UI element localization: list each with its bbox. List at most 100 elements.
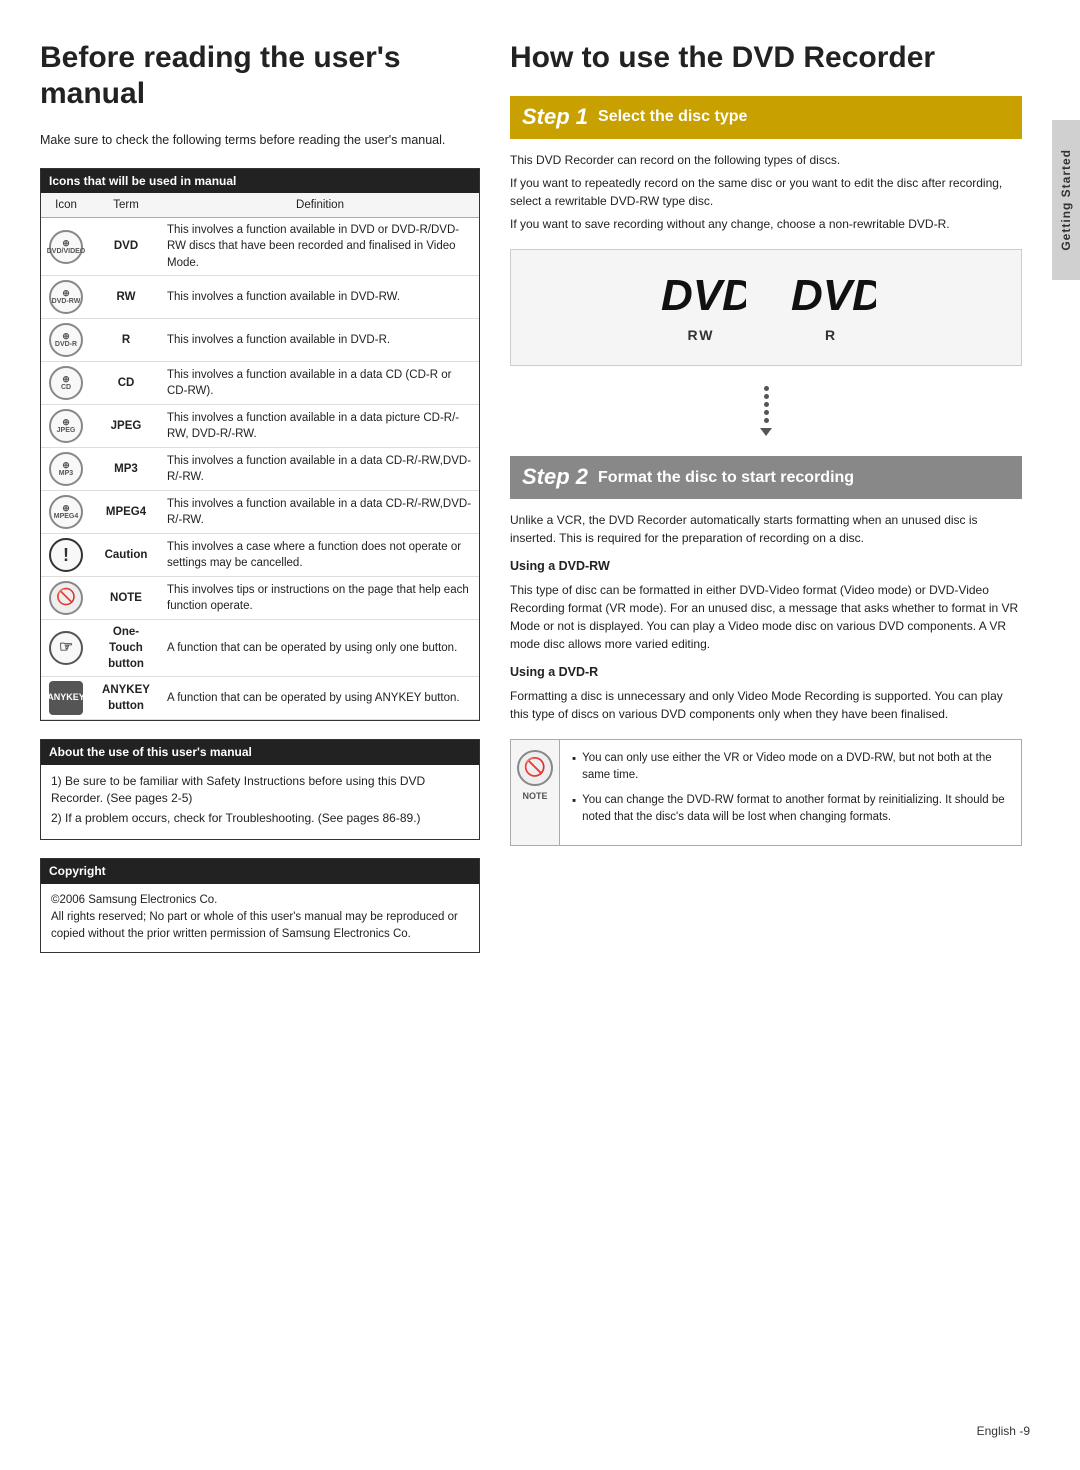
mpeg4-icon: ⊕ MPEG4 — [49, 495, 83, 529]
cd-icon: ⊕ CD — [49, 366, 83, 400]
step2-number: Step 2 — [522, 462, 588, 493]
dot1 — [764, 386, 769, 391]
note-box: 🚫 NOTE You can only use either the VR or… — [510, 739, 1022, 846]
copyright-section: Copyright ©2006 Samsung Electronics Co.A… — [40, 858, 480, 953]
dvd-rw-logo: DVD RW — [656, 270, 746, 346]
caution-icon: ! — [49, 538, 83, 572]
term-cell: One-Touchbutton — [91, 619, 161, 676]
copyright-content: ©2006 Samsung Electronics Co.All rights … — [41, 884, 479, 952]
definition-cell: This involves a case where a function do… — [161, 533, 479, 576]
table-row: ☞ One-Touchbutton A function that can be… — [41, 619, 479, 676]
using-dvdr-title: Using a DVD-R — [510, 663, 1022, 682]
using-dvdr-text: Formatting a disc is unnecessary and onl… — [510, 687, 1022, 723]
col-definition: Definition — [161, 193, 479, 218]
note-icon: 🚫 — [49, 581, 83, 615]
note-icon-col: 🚫 NOTE — [511, 740, 560, 845]
term-cell: Caution — [91, 533, 161, 576]
table-row: ⊕ CD CD This involves a function availab… — [41, 361, 479, 404]
note-item-2: You can change the DVD-RW format to anot… — [572, 792, 1009, 827]
term-cell: R — [91, 318, 161, 361]
dvd-rw-icon: ⊕ DVD-RW — [49, 280, 83, 314]
icon-cell: ⊕ CD — [41, 361, 91, 404]
dvd-rw-svg: DVD — [656, 270, 746, 320]
definition-cell: This involves a function available in a … — [161, 490, 479, 533]
term-cell: RW — [91, 275, 161, 318]
icon-cell: ⊕ JPEG — [41, 404, 91, 447]
step1-header: Step 1 Select the disc type — [510, 96, 1022, 139]
dvd-r-label: R — [825, 326, 837, 346]
intro-text: Make sure to check the following terms b… — [40, 132, 480, 150]
note-text-col: You can only use either the VR or Video … — [560, 740, 1021, 845]
dvd-r-icon: ⊕ DVD-R — [49, 323, 83, 357]
icon-cell: ANYKEY — [41, 676, 91, 719]
term-cell: MPEG4 — [91, 490, 161, 533]
note-icon-circle: 🚫 — [517, 750, 553, 786]
mp3-icon: ⊕ MP3 — [49, 452, 83, 486]
term-cell: NOTE — [91, 576, 161, 619]
icon-cell: ☞ — [41, 619, 91, 676]
sidebar-label: Getting Started — [1058, 149, 1075, 251]
copyright-text: ©2006 Samsung Electronics Co.All rights … — [51, 892, 469, 944]
term-cell: ANYKEYbutton — [91, 676, 161, 719]
dvd-r-logo: DVD R — [786, 270, 876, 346]
table-row: ⊕ DVD/VIDEO DVD This involves a function… — [41, 218, 479, 275]
page-footer: English -9 — [977, 1423, 1030, 1440]
definition-cell: This involves tips or instructions on th… — [161, 576, 479, 619]
dots-arrow — [510, 366, 1022, 456]
step1-line2: If you want to repeatedly record on the … — [510, 174, 1022, 210]
definition-cell: This involves a function available in DV… — [161, 318, 479, 361]
using-dvdrw-text: This type of disc can be formatted in ei… — [510, 581, 1022, 653]
term-cell: JPEG — [91, 404, 161, 447]
copyright-header: Copyright — [41, 859, 479, 884]
icon-cell: ⊕ MP3 — [41, 447, 91, 490]
one-touch-icon: ☞ — [49, 631, 83, 665]
right-title: How to use the DVD Recorder — [510, 40, 1022, 76]
svg-text:DVD: DVD — [661, 271, 746, 320]
dot5 — [764, 418, 769, 423]
dvd-rw-label: RW — [687, 326, 714, 346]
dot4 — [764, 410, 769, 415]
svg-text:DVD: DVD — [791, 271, 876, 320]
dot3 — [764, 402, 769, 407]
icon-cell: ⊕ DVD-RW — [41, 275, 91, 318]
definition-cell: A function that can be operated by using… — [161, 676, 479, 719]
left-column: Before reading the user's manual Make su… — [40, 40, 480, 1430]
dvd-logos-area: DVD RW DVD R — [541, 270, 991, 346]
right-column: How to use the DVD Recorder Step 1 Selec… — [510, 40, 1022, 1430]
anykey-icon: ANYKEY — [49, 681, 83, 715]
step2-intro: Unlike a VCR, the DVD Recorder automatic… — [510, 511, 1022, 547]
table-row: ⊕ DVD-RW RW This involves a function ava… — [41, 275, 479, 318]
definition-cell: This involves a function available in DV… — [161, 218, 479, 275]
col-term: Term — [91, 193, 161, 218]
table-row: ⊕ MPEG4 MPEG4 This involves a function a… — [41, 490, 479, 533]
arrow-down-icon — [760, 428, 772, 436]
step2-content: Unlike a VCR, the DVD Recorder automatic… — [510, 511, 1022, 723]
step1-number: Step 1 — [522, 102, 588, 133]
sidebar-tab: Getting Started — [1052, 120, 1080, 280]
term-cell: MP3 — [91, 447, 161, 490]
about-content: 1) Be sure to be familiar with Safety In… — [41, 765, 479, 839]
note-label-text: NOTE — [522, 790, 547, 803]
step1-line1: This DVD Recorder can record on the foll… — [510, 151, 1022, 169]
about-item-1: 1) Be sure to be familiar with Safety In… — [51, 773, 469, 807]
table-row: ⊕ MP3 MP3 This involves a function avail… — [41, 447, 479, 490]
dvd-r-svg: DVD — [786, 270, 876, 320]
icons-section: Icons that will be used in manual Icon T… — [40, 168, 480, 721]
table-row: ⊕ JPEG JPEG This involves a function ava… — [41, 404, 479, 447]
about-section: About the use of this user's manual 1) B… — [40, 739, 480, 840]
dot2 — [764, 394, 769, 399]
step2-header: Step 2 Format the disc to start recordin… — [510, 456, 1022, 499]
step2-label: Format the disc to start recording — [598, 467, 854, 489]
definition-cell: This involves a function available in a … — [161, 447, 479, 490]
table-row: ANYKEY ANYKEYbutton A function that can … — [41, 676, 479, 719]
term-cell: DVD — [91, 218, 161, 275]
about-section-header: About the use of this user's manual — [41, 740, 479, 765]
icons-table: Icon Term Definition ⊕ DVD/VIDEO — [41, 193, 479, 720]
table-row: 🚫 NOTE This involves tips or instruction… — [41, 576, 479, 619]
step1-line3: If you want to save recording without an… — [510, 215, 1022, 233]
about-item-2: 2) If a problem occurs, check for Troubl… — [51, 810, 469, 827]
footer-text: English -9 — [977, 1424, 1030, 1438]
definition-cell: A function that can be operated by using… — [161, 619, 479, 676]
using-dvdrw-title: Using a DVD-RW — [510, 557, 1022, 576]
col-icon: Icon — [41, 193, 91, 218]
